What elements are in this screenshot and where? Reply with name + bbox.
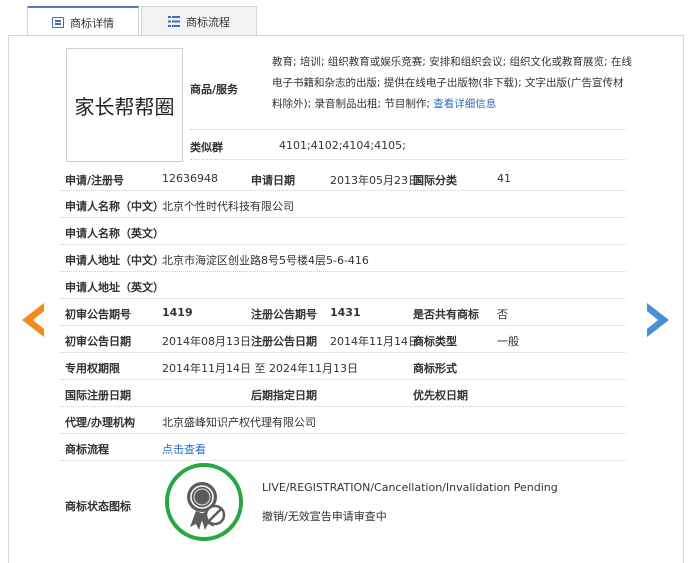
divider	[60, 379, 626, 380]
reg-no-value: 12636948	[162, 172, 218, 185]
divider	[60, 460, 626, 461]
exclusive-period-value: 2014年11月14日 至 2024年11月13日	[162, 362, 358, 375]
applicant-cn-value: 北京个性时代科技有限公司	[162, 200, 294, 213]
reg-pub-date-label: 注册公告日期	[251, 335, 317, 348]
divider	[60, 217, 626, 218]
view-details-link[interactable]: 查看详细信息	[433, 98, 496, 110]
prelim-date-value: 2014年08月13日	[162, 335, 251, 348]
tab-trademark-details[interactable]: 商标详情	[27, 6, 139, 37]
prelim-no-value: 1419	[162, 306, 193, 319]
process-link[interactable]: 点击查看	[162, 441, 206, 457]
tm-form-label: 商标形式	[413, 362, 457, 375]
list-icon	[168, 16, 180, 27]
status-text-en: LIVE/REGISTRATION/Cancellation/Invalidat…	[262, 481, 558, 494]
divider	[60, 271, 626, 272]
exclusive-period-label: 专用权期限	[65, 362, 120, 375]
divider	[60, 433, 626, 434]
document-icon	[52, 17, 64, 28]
address-en-label: 申请人地址（英文）	[65, 281, 164, 294]
divider	[60, 325, 626, 326]
prelim-date-label: 初审公告日期	[65, 335, 131, 348]
similar-group-value: 4101;4102;4104;4105;	[279, 139, 406, 152]
later-designation-label: 后期指定日期	[251, 389, 317, 402]
divider	[60, 352, 626, 353]
prev-arrow-icon[interactable]	[22, 303, 46, 337]
reg-pub-no-value: 1431	[330, 306, 361, 319]
status-text-cn: 撤销/无效宣告申请审查中	[262, 510, 387, 523]
tab-bar: 商标详情 商标流程	[27, 6, 257, 37]
shared-label: 是否共有商标	[413, 308, 479, 321]
reg-no-label: 申请/注册号	[65, 174, 125, 187]
divider	[60, 406, 626, 407]
trademark-logo: 家长帮帮圈	[66, 48, 183, 162]
apply-date-label: 申请日期	[251, 174, 295, 187]
divider	[60, 190, 626, 191]
tab-label: 商标详情	[70, 16, 114, 30]
goods-services-label: 商品/服务	[190, 83, 239, 96]
tab-trademark-process[interactable]: 商标流程	[141, 6, 257, 36]
divider	[190, 129, 626, 130]
agent-value: 北京盛峰知识产权代理有限公司	[162, 416, 316, 429]
divider	[60, 244, 626, 245]
similar-group-label: 类似群	[190, 141, 223, 154]
registration-cancel-pending-icon	[165, 463, 243, 541]
shared-value: 否	[497, 308, 508, 321]
intl-class-value: 41	[497, 172, 511, 185]
address-cn-label: 申请人地址（中文）	[65, 254, 164, 267]
intl-reg-date-label: 国际注册日期	[65, 389, 131, 402]
status-icon-label: 商标状态图标	[65, 500, 131, 513]
goods-services-value: 教育; 培训; 组织教育或娱乐竞赛; 安排和组织会议; 组织文化或教育展览; 在…	[272, 52, 634, 115]
intl-class-label: 国际分类	[413, 174, 457, 187]
reg-pub-no-label: 注册公告期号	[251, 308, 317, 321]
divider	[60, 298, 626, 299]
reg-pub-date-value: 2014年11月14日	[330, 335, 419, 348]
tm-type-value: 一般	[497, 335, 519, 348]
applicant-en-label: 申请人名称（英文）	[65, 227, 164, 240]
priority-date-label: 优先权日期	[413, 389, 468, 402]
address-cn-value: 北京市海淀区创业路8号5号楼4层5-6-416	[162, 254, 369, 267]
process-label: 商标流程	[65, 443, 109, 456]
agent-label: 代理/办理机构	[65, 416, 136, 429]
applicant-cn-label: 申请人名称（中文）	[65, 200, 164, 213]
prelim-no-label: 初审公告期号	[65, 308, 131, 321]
apply-date-value: 2013年05月23日	[330, 174, 419, 187]
tm-type-label: 商标类型	[413, 335, 457, 348]
trademark-logo-text: 家长帮帮圈	[74, 94, 175, 119]
next-arrow-icon[interactable]	[645, 303, 669, 337]
tab-label: 商标流程	[186, 15, 230, 29]
divider	[190, 159, 626, 160]
